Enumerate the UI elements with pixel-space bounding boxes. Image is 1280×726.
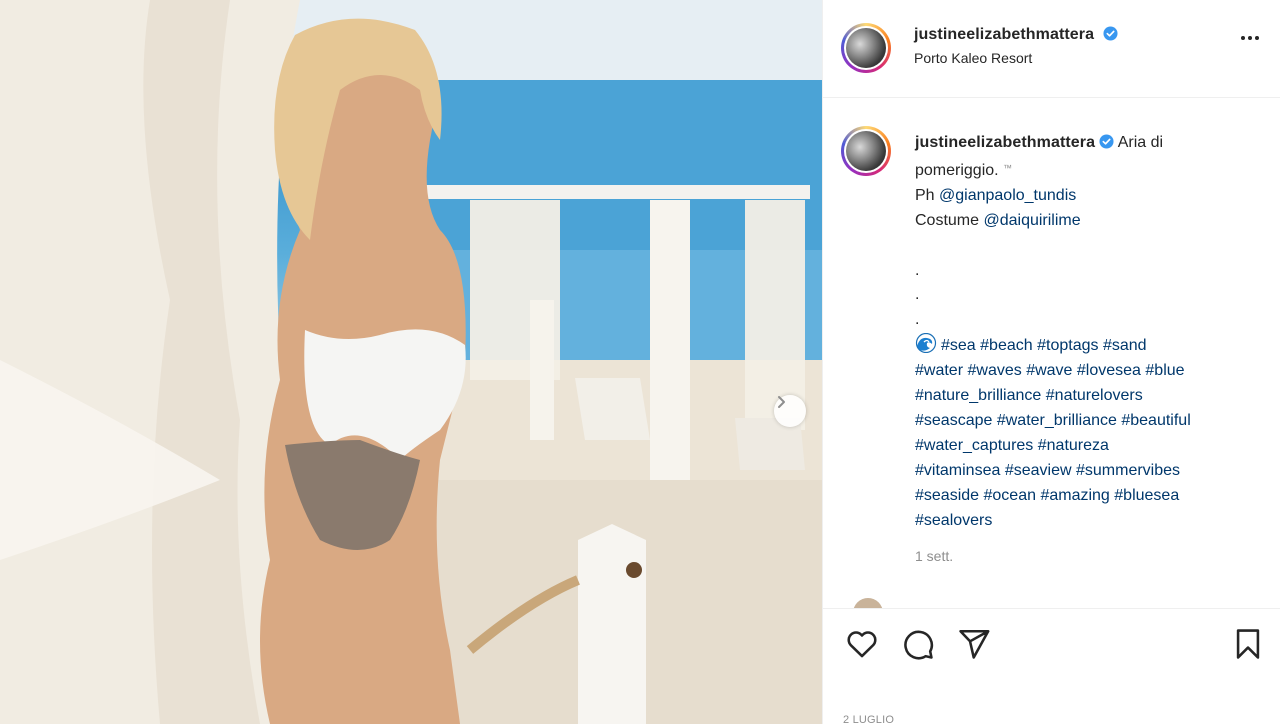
comment-icon[interactable] — [901, 627, 935, 661]
caption-dot: . — [915, 261, 920, 279]
caption-username[interactable]: justineelizabethmattera — [915, 134, 1095, 151]
author-username[interactable]: justineelizabethmattera — [914, 26, 1094, 43]
hashtag-link[interactable]: #waves — [967, 362, 1021, 379]
hashtag-link[interactable]: #toptags — [1037, 337, 1098, 354]
hashtag-link[interactable]: #summervibes — [1076, 462, 1180, 479]
hashtag-link[interactable]: #nature_brilliance — [915, 387, 1041, 404]
bookmark-icon[interactable] — [1231, 627, 1265, 661]
hashtag-link[interactable]: #amazing — [1040, 487, 1109, 504]
photographer-prefix: Ph — [915, 186, 940, 204]
author-avatar[interactable] — [841, 23, 891, 73]
more-options-icon[interactable] — [1241, 36, 1259, 40]
trademark-emoji: ™ — [1003, 162, 1013, 173]
hashtag-link[interactable]: #water_captures — [915, 437, 1033, 454]
caption-dot: . — [915, 311, 920, 329]
caption-dot: . — [915, 286, 920, 304]
hashtag-link[interactable]: #water — [915, 362, 963, 379]
costume-prefix: Costume — [915, 211, 984, 229]
caption-text-line1: Aria di — [1114, 134, 1164, 151]
hashtag-link[interactable]: #natureza — [1038, 437, 1109, 454]
share-icon[interactable] — [957, 627, 991, 661]
hashtag-link[interactable]: #wave — [1026, 362, 1072, 379]
verified-badge-icon — [1099, 134, 1114, 149]
post-action-bar — [823, 608, 1280, 679]
caption-text-line2: pomeriggio. — [915, 161, 1004, 179]
chevron-right-icon — [778, 396, 785, 408]
hashtag-link[interactable]: #sand — [1103, 337, 1147, 354]
post-location[interactable]: Porto Kaleo Resort — [914, 50, 1118, 66]
hashtag-link[interactable]: #water_brilliance — [997, 412, 1117, 429]
hashtag-link[interactable]: #blue — [1145, 362, 1184, 379]
comment-avatar — [853, 598, 883, 608]
hashtag-link[interactable]: #seaview — [1005, 462, 1072, 479]
hashtag-link[interactable]: #sea — [941, 337, 976, 354]
hashtag-link[interactable]: #beautiful — [1121, 412, 1190, 429]
author-info: justineelizabethmattera Porto Kaleo Reso… — [914, 26, 1118, 66]
next-photo-button[interactable] — [774, 395, 806, 427]
caption-avatar[interactable] — [841, 126, 891, 176]
wave-emoji-icon — [915, 333, 937, 354]
post-date: 2 LUGLIO — [843, 714, 895, 726]
hashtag-link[interactable]: #vitaminsea — [915, 462, 1000, 479]
hashtag-link[interactable]: #ocean — [984, 487, 1037, 504]
heart-icon[interactable] — [845, 627, 879, 661]
hashtag-link[interactable]: #seaside — [915, 487, 979, 504]
hashtag-link[interactable]: #seascape — [915, 412, 992, 429]
post-caption: justineelizabethmattera Aria di pomerigg… — [915, 131, 1255, 534]
post-header: justineelizabethmattera Porto Kaleo Reso… — [823, 0, 1280, 98]
post-photo[interactable] — [0, 0, 822, 724]
costume-mention-link[interactable]: @daiquirilime — [983, 212, 1080, 229]
hashtag-link[interactable]: #bluesea — [1114, 487, 1179, 504]
beach-photo-illustration — [0, 0, 822, 724]
hashtag-link[interactable]: #sealovers — [915, 512, 992, 529]
verified-badge-icon — [1103, 26, 1118, 41]
hashtag-link[interactable]: #naturelovers — [1046, 387, 1143, 404]
hashtag-link[interactable]: #beach — [980, 337, 1033, 354]
post-side-panel: justineelizabethmattera Porto Kaleo Reso… — [822, 0, 1280, 726]
hashtag-link[interactable]: #lovesea — [1077, 362, 1141, 379]
post-time-ago[interactable]: 1 sett. — [915, 548, 953, 564]
photographer-mention-link[interactable]: @gianpaolo_tundis — [939, 187, 1076, 204]
